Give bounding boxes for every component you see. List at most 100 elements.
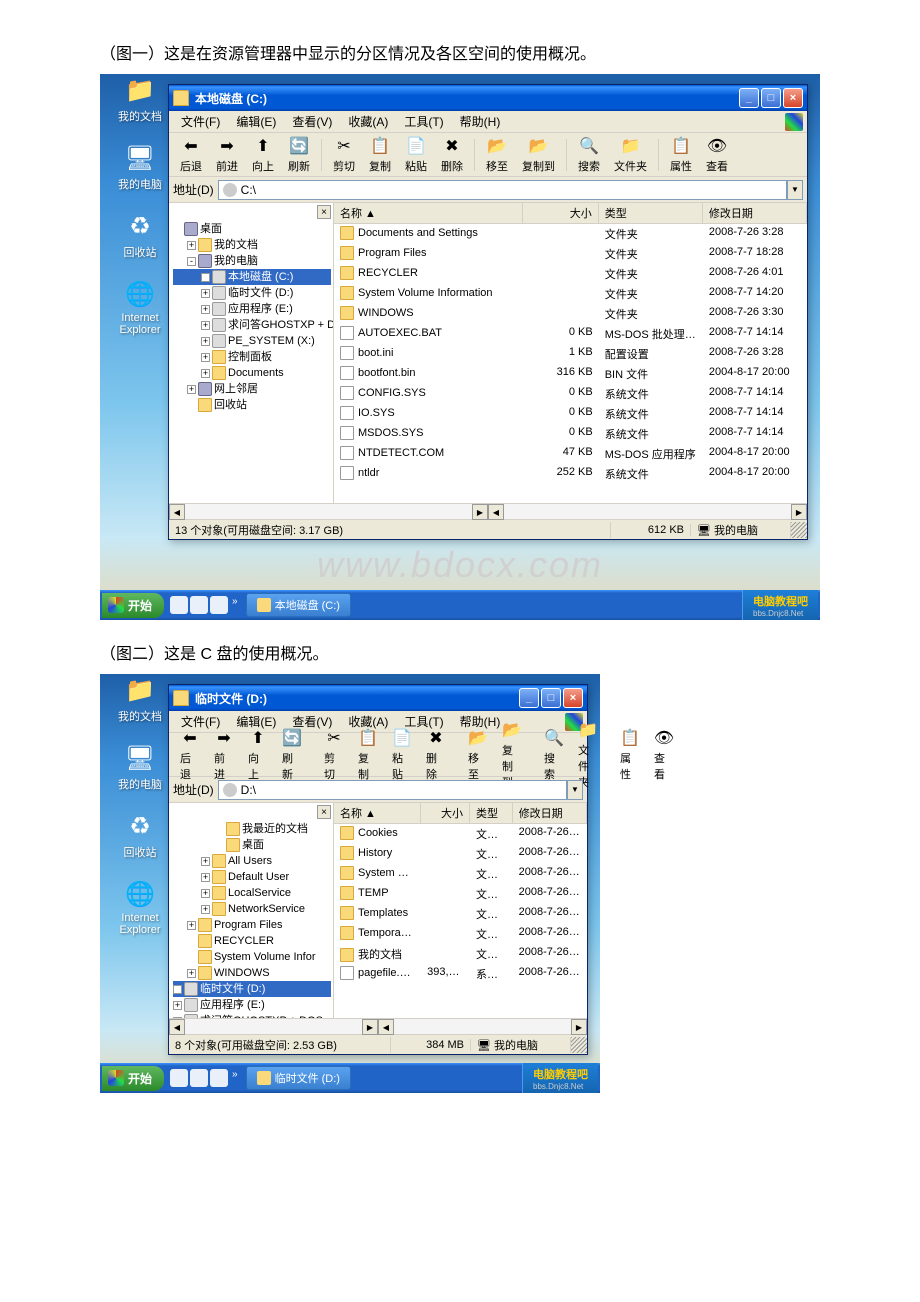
desktop-icon[interactable]: 📁我的文档 (110, 674, 170, 724)
address-input[interactable]: C:\ (218, 180, 787, 200)
tree-node[interactable]: +控制面板 (173, 349, 331, 365)
menu-item[interactable]: 文件(F) (173, 111, 228, 132)
quick-launch-icon[interactable] (170, 596, 188, 614)
tree-node[interactable]: +Documents (173, 365, 331, 381)
start-button[interactable]: 开始 (102, 1066, 164, 1091)
quick-launch-icon[interactable] (210, 1069, 228, 1087)
scroll-right-button[interactable]: ▶ (472, 504, 488, 520)
file-row[interactable]: TEMP文件夹2008-7-26 3:30 (334, 884, 587, 904)
tree-node[interactable]: +求问答GHOSTXP + DOS工具 (173, 317, 331, 333)
tree-node[interactable]: 回收站 (173, 397, 331, 413)
file-row[interactable]: NTDETECT.COM47 KBMS-DOS 应用程序2004-8-17 20… (334, 444, 807, 464)
file-row[interactable]: Program Files文件夹2008-7-7 18:28 (334, 244, 807, 264)
toolbar-button-向上[interactable]: ⬆向上 (241, 725, 275, 785)
toolbar-button-删除[interactable]: ✖删除 (419, 725, 453, 785)
tree-expander[interactable]: + (187, 969, 196, 978)
quick-launch-icon[interactable] (170, 1069, 188, 1087)
file-row[interactable]: AUTOEXEC.BAT0 KBMS-DOS 批处理文件2008-7-7 14:… (334, 324, 807, 344)
toolbar-button-复制[interactable]: 📋复制 (351, 725, 385, 785)
address-dropdown[interactable]: ▼ (567, 780, 583, 800)
taskbar-task[interactable]: 本地磁盘 (C:) (246, 593, 351, 617)
tree-node[interactable]: +应用程序 (E:) (173, 997, 331, 1013)
tree-node[interactable]: +临时文件 (D:) (173, 285, 331, 301)
scroll-right-button-2[interactable]: ▶ (791, 504, 807, 520)
file-row[interactable]: Templates文件夹2008-7-26 4:05 (334, 904, 587, 924)
start-button[interactable]: 开始 (102, 593, 164, 618)
tree-expander[interactable]: + (187, 385, 196, 394)
menu-item[interactable]: 编辑(E) (228, 111, 284, 132)
tree-expander[interactable]: + (201, 289, 210, 298)
resize-grip[interactable] (571, 1037, 587, 1053)
file-row[interactable]: RECYCLER文件夹2008-7-26 4:01 (334, 264, 807, 284)
tree-node[interactable]: -我的电脑 (173, 253, 331, 269)
tree-expander[interactable]: + (201, 857, 210, 866)
toolbar-button-查看[interactable]: 👁查看 (699, 133, 735, 177)
column-header[interactable]: 大小 (421, 803, 470, 823)
toolbar-button-向上[interactable]: ⬆向上 (245, 133, 281, 177)
quick-launch-icon[interactable] (190, 596, 208, 614)
scroll-right-button-2[interactable]: ▶ (571, 1019, 587, 1035)
maximize-button[interactable]: □ (761, 88, 781, 108)
toolbar-button-刷新[interactable]: 🔄刷新 (281, 133, 317, 177)
file-row[interactable]: CONFIG.SYS0 KB系统文件2008-7-7 14:14 (334, 384, 807, 404)
desktop-icon[interactable]: 🖥我的电脑 (110, 742, 170, 792)
toolbar-button-刷新[interactable]: 🔄刷新 (275, 725, 309, 785)
toolbar-button-后退[interactable]: ⬅后退 (173, 133, 209, 177)
file-row[interactable]: Temporary Internet Files文件夹2008-7-26 4:0… (334, 924, 587, 944)
file-row[interactable]: Documents and Settings文件夹2008-7-26 3:28 (334, 224, 807, 244)
tree-node[interactable]: +求问答GHOSTXP + DOS (173, 1013, 331, 1018)
toolbar-button-移至[interactable]: 📂移至 (479, 133, 515, 177)
toolbar-button-文件夹[interactable]: 📁文件夹 (607, 133, 654, 177)
menu-item[interactable]: 工具(T) (396, 111, 451, 132)
close-button[interactable]: × (563, 688, 583, 708)
tree-node[interactable]: +PE_SYSTEM (X:) (173, 333, 331, 349)
desktop-icon[interactable]: 🌐Internet Explorer (110, 278, 170, 336)
tree-close-button[interactable]: × (317, 805, 331, 819)
desktop-icon[interactable]: 🌐Internet Explorer (110, 878, 170, 936)
toolbar-button-移至[interactable]: 📂移至 (461, 725, 495, 785)
toolbar-button-前进[interactable]: ➡前进 (209, 133, 245, 177)
tree-expander[interactable]: + (201, 353, 210, 362)
desktop-icon[interactable]: ♻回收站 (110, 810, 170, 860)
tree-expander[interactable]: + (201, 305, 210, 314)
system-tray[interactable]: 电脑教程吧 bbs.Dnjc8.Net (742, 590, 818, 620)
file-row[interactable]: ntldr252 KB系统文件2004-8-17 20:00 (334, 464, 807, 484)
minimize-button[interactable]: _ (739, 88, 759, 108)
column-header[interactable]: 名称 ▲ (334, 203, 523, 223)
titlebar[interactable]: 临时文件 (D:) _ □ × (169, 685, 587, 711)
menu-item[interactable]: 收藏(A) (340, 111, 396, 132)
file-list-panel[interactable]: 名称 ▲大小类型修改日期 Cookies文件夹2008-7-26 4:05His… (334, 803, 587, 1018)
column-header[interactable]: 修改日期 (513, 803, 587, 823)
toolbar-button-删除[interactable]: ✖删除 (434, 133, 470, 177)
tree-expander[interactable]: + (201, 273, 210, 282)
toolbar-button-粘贴[interactable]: 📄粘贴 (385, 725, 419, 785)
tree-expander[interactable]: + (201, 337, 210, 346)
tree-expander[interactable]: + (201, 889, 210, 898)
column-header[interactable]: 类型 (470, 803, 513, 823)
tree-node[interactable]: +All Users (173, 853, 331, 869)
titlebar[interactable]: 本地磁盘 (C:) _ □ × (169, 85, 807, 111)
toolbar-button-属性[interactable]: 📋属性 (613, 725, 647, 785)
tree-node[interactable]: +WINDOWS (173, 965, 331, 981)
tree-node[interactable]: RECYCLER (173, 933, 331, 949)
tree-node[interactable]: +Default User (173, 869, 331, 885)
menu-item[interactable]: 查看(V) (284, 111, 340, 132)
address-input[interactable]: D:\ (218, 780, 567, 800)
close-button[interactable]: × (783, 88, 803, 108)
tree-expander[interactable]: - (187, 257, 196, 266)
toolbar-button-查看[interactable]: 👁查看 (647, 725, 681, 785)
menu-item[interactable]: 帮助(H) (452, 111, 509, 132)
horizontal-scrollbar[interactable]: ◀ ▶ ◀ ▶ (169, 1018, 587, 1034)
file-row[interactable]: WINDOWS文件夹2008-7-26 3:30 (334, 304, 807, 324)
tree-node[interactable]: +网上邻居 (173, 381, 331, 397)
tree-expander[interactable]: + (173, 1001, 182, 1010)
tree-node[interactable]: +NetworkService (173, 901, 331, 917)
horizontal-scrollbar[interactable]: ◀ ▶ ◀ ▶ (169, 503, 807, 519)
folder-tree-panel[interactable]: × 桌面+我的文档-我的电脑+本地磁盘 (C:)+临时文件 (D:)+应用程序 … (169, 203, 334, 503)
file-row[interactable]: MSDOS.SYS0 KB系统文件2008-7-7 14:14 (334, 424, 807, 444)
file-row[interactable]: System Volume Information文件夹2008-7-7 14:… (334, 284, 807, 304)
file-row[interactable]: boot.ini1 KB配置设置2008-7-26 3:28 (334, 344, 807, 364)
tree-node[interactable]: +LocalService (173, 885, 331, 901)
quick-launch-more[interactable]: » (230, 1069, 240, 1087)
tree-node[interactable]: 桌面 (173, 837, 331, 853)
